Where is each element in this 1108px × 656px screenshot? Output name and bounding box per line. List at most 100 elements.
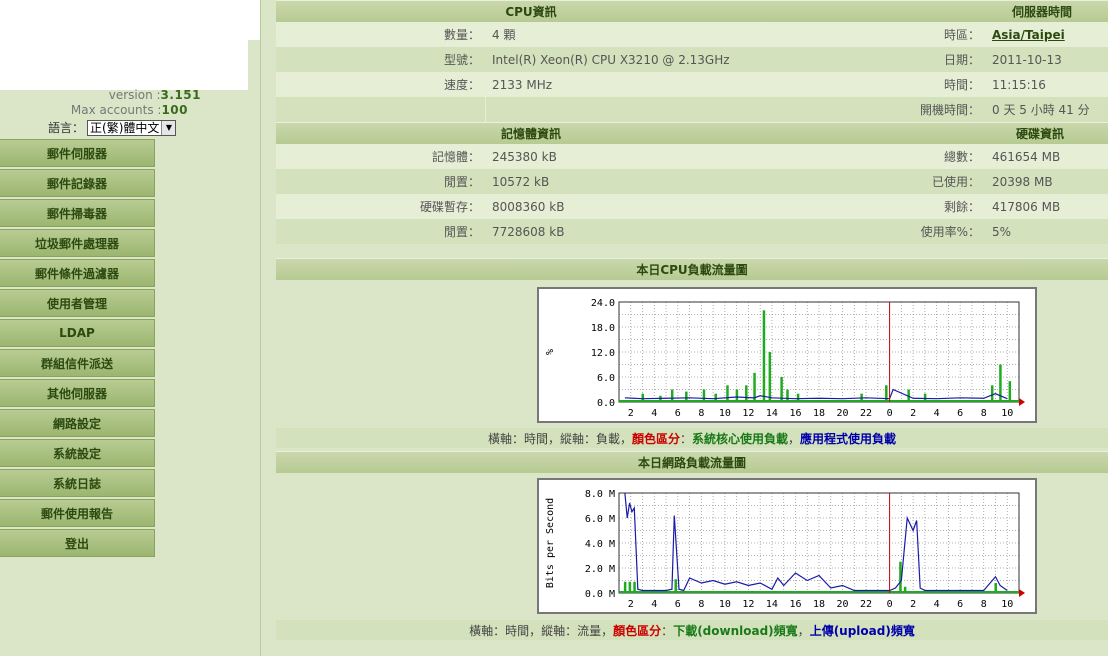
max-accounts-label: Max accounts : (70, 103, 162, 117)
table-row: 硬碟暫存： 8008360 kB 剩餘： 417806 MB (276, 194, 1108, 219)
sidebar-item-4[interactable]: 郵件條件過濾器 (0, 259, 155, 287)
chart-grid (618, 492, 1020, 594)
legend-green-series: 系統核心使用負載 (692, 431, 789, 446)
sidebar-item-10[interactable]: 系統設定 (0, 439, 155, 467)
x-tick-label: 10 (1001, 599, 1013, 610)
sidebar-item-9[interactable]: 網路設定 (0, 409, 155, 437)
y-tick-label: 4.0 M (585, 539, 615, 550)
main-content: CPU資訊 伺服器時間 數量： 4 顆 時區： Asia/Taipei 型號： Inte… (276, 0, 1108, 244)
swap-label: 硬碟暫存： (419, 200, 480, 214)
y-tick-label: 24.0 (591, 298, 615, 309)
y-tick-label: 8.0 M (585, 489, 615, 500)
cpu-speed-value: 2133 MHz (492, 77, 553, 92)
x-tick-label: 10 (719, 599, 731, 610)
disk-left-value: 417806 MB (992, 199, 1061, 214)
x-tick-label: 10 (1001, 408, 1013, 419)
legend-blue-series: 應用程式使用負載 (800, 431, 897, 446)
version-value: 3.151 (160, 88, 201, 102)
table-row: 速度： 2133 MHz 時間： 11:15:16 (276, 72, 1108, 97)
x-tick-label: 2 (628, 408, 634, 419)
green-bar (885, 385, 888, 402)
x-tick-label: 2 (628, 599, 634, 610)
cpu-count-value: 4 顆 (492, 28, 516, 42)
x-tick-label: 8 (981, 599, 987, 610)
x-tick-label: 14 (766, 408, 778, 419)
cpu-chart-title: 本日CPU負載流量圖 (276, 258, 1108, 280)
chart-grid (618, 301, 1020, 403)
x-tick-label: 16 (789, 408, 801, 419)
sidebar-item-3[interactable]: 垃圾郵件處理器 (0, 229, 155, 257)
sidebar-item-7[interactable]: 群組信件派送 (0, 349, 155, 377)
y-tick-label: 6.0 (597, 373, 615, 384)
cpu-load-chart: 0.0 6.0 12.0 18.0 24.0 2 4 6 8 10 12 14 16 18 20 22 0 2 4 6… (537, 287, 1037, 423)
y-axis-label: % (545, 349, 556, 355)
version-info: version :3.151 (0, 88, 201, 102)
sidebar-item-11[interactable]: 系統日誌 (0, 469, 155, 497)
language-select[interactable]: 正(繁)體中文 ▼ (87, 119, 177, 136)
disk-total-label: 總數： (943, 150, 980, 164)
sidebar-item-12[interactable]: 郵件使用報告 (0, 499, 155, 527)
cpu-speed-label: 速度： (443, 78, 480, 92)
swap-free-value: 7728608 kB (492, 224, 565, 239)
legend-colon: ： (661, 623, 674, 638)
sidebar-item-8[interactable]: 其他伺服器 (0, 379, 155, 407)
info-header-cpu-time: CPU資訊 伺服器時間 (276, 0, 1108, 22)
time-value: 11:15:16 (992, 77, 1046, 92)
y-tick-label: 12.0 (591, 348, 615, 359)
y-tick-label: 6.0 M (585, 514, 615, 525)
network-load-chart: 0.0 M 2.0 M 4.0 M 6.0 M 8.0 M 2 4 6 8 10 12 14 16 18 2… (537, 478, 1037, 614)
x-tick-label: 20 (837, 408, 849, 419)
logo-area (0, 0, 260, 90)
y-tick-label: 0.0 (597, 398, 615, 409)
x-tick-label: 6 (957, 599, 963, 610)
net-chart-title: 本日網路負載流量圖 (276, 451, 1108, 473)
x-tick-label: 12 (742, 599, 754, 610)
cpu-info-title: CPU資訊 (505, 5, 557, 19)
timezone-label: 時區： (943, 28, 980, 42)
legend-comma: ， (788, 431, 801, 446)
legend-comma: ， (797, 623, 810, 638)
disk-info-title: 硬碟資訊 (1015, 127, 1064, 141)
legend-blue-series: 上傳(upload)頻寬 (809, 623, 915, 638)
cpu-chart-legend: 橫軸：時間，縱軸：負載， 顏色區分：系統核心使用負載，應用程式使用負載 (276, 428, 1108, 448)
sidebar-divider (260, 0, 261, 656)
language-label: 語言： (48, 121, 85, 135)
disk-used-label: 已使用： (931, 175, 980, 189)
side-menu: 郵件伺服器 郵件記錄器 郵件掃毒器 垃圾郵件處理器 郵件條件過濾器 使用者管理 LDAP 群組… (0, 139, 155, 559)
green-bar (990, 385, 994, 402)
legend-axes-text: 橫軸：時間，縱軸：負載， (487, 431, 632, 446)
dropdown-arrow-icon[interactable]: ▼ (161, 120, 176, 135)
disk-total-value: 461654 MB (992, 149, 1061, 164)
axis-arrow-icon (1019, 589, 1025, 597)
table-row: 閒置： 10572 kB 已使用： 20398 MB (276, 169, 1108, 194)
legend-colon: ： (679, 431, 692, 446)
x-tick-label: 4 (934, 408, 940, 419)
y-tick-label: 2.0 M (585, 564, 615, 575)
x-tick-label: 6 (675, 408, 681, 419)
table-row: 記憶體： 245380 kB 總數： 461654 MB (276, 144, 1108, 169)
language-selector: 語言： 正(繁)體中文 ▼ (48, 119, 177, 136)
date-label: 日期： (943, 53, 980, 67)
timezone-link[interactable]: Asia/Taipei (992, 28, 1065, 42)
info-header-memory-disk: 記憶體資訊 硬碟資訊 (276, 122, 1108, 144)
sidebar-item-0[interactable]: 郵件伺服器 (0, 139, 155, 167)
disk-used-value: 20398 MB (992, 174, 1053, 189)
sidebar-item-13[interactable]: 登出 (0, 529, 155, 557)
sidebar-item-6[interactable]: LDAP (0, 319, 155, 347)
x-tick-label: 0 (887, 408, 893, 419)
server-time-title: 伺服器時間 (1011, 5, 1072, 19)
green-bar (1008, 381, 1012, 402)
sidebar-item-1[interactable]: 郵件記錄器 (0, 169, 155, 197)
sidebar-item-2[interactable]: 郵件掃毒器 (0, 199, 155, 227)
green-bar (762, 310, 766, 402)
x-tick-label: 12 (742, 408, 754, 419)
memory-free-value: 10572 kB (492, 174, 550, 189)
green-bar (674, 579, 677, 593)
y-axis-label: Bits per Second (545, 498, 556, 588)
memory-free-label: 閒置： (443, 175, 480, 189)
uptime-value: 0 天 5 小時 41 分 (992, 103, 1090, 117)
sidebar-item-5[interactable]: 使用者管理 (0, 289, 155, 317)
blue-series-line (624, 492, 1008, 592)
legend-color-key: 顏色區分 (631, 431, 680, 446)
memory-value: 245380 kB (492, 149, 557, 164)
